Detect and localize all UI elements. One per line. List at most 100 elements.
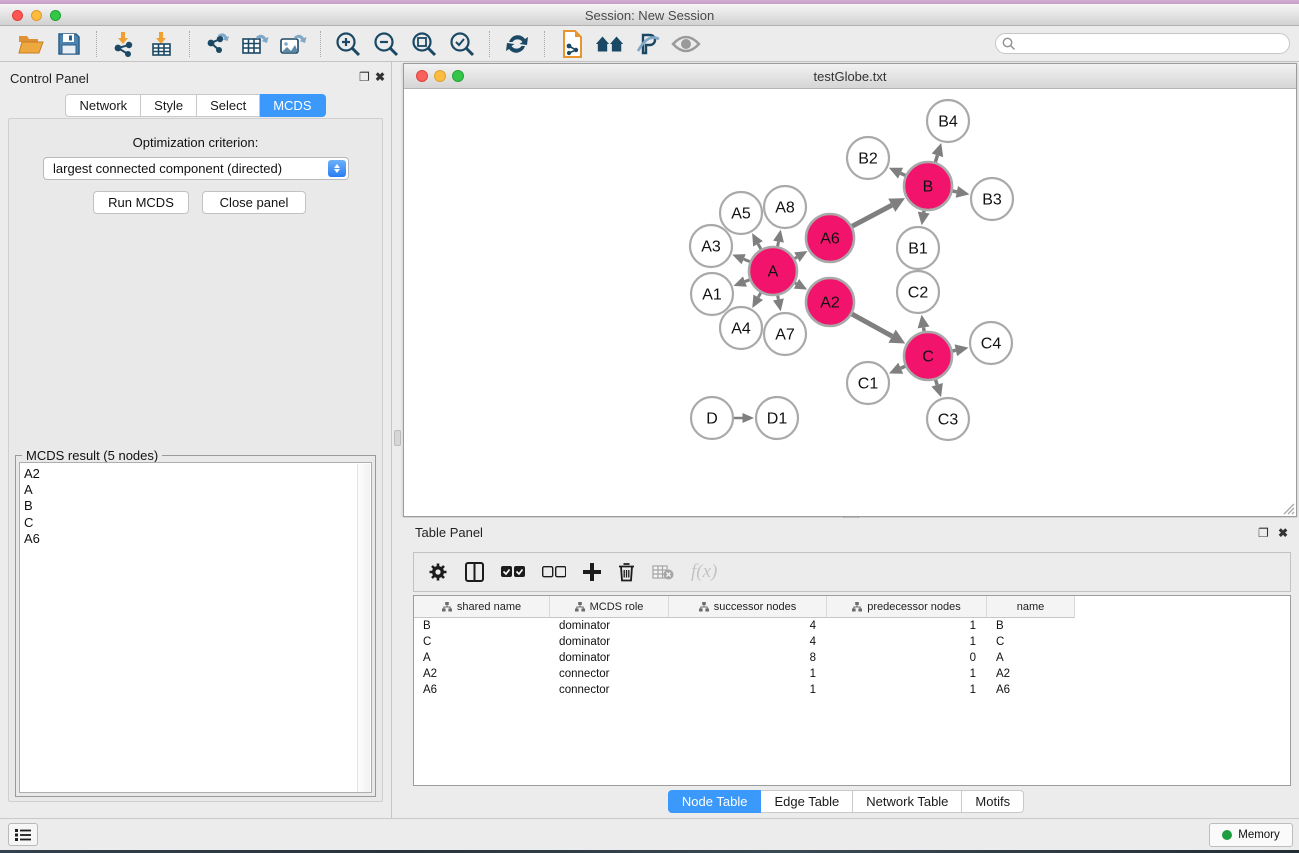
tab-node-table[interactable]: Node Table <box>668 790 762 813</box>
zoom-out-icon[interactable] <box>371 29 401 59</box>
select-all-checkboxes-icon[interactable] <box>501 566 525 578</box>
add-column-icon[interactable] <box>583 563 601 581</box>
vertical-split-handle[interactable] <box>394 430 401 446</box>
table-cell[interactable]: connector <box>550 684 669 696</box>
table-cell[interactable]: connector <box>550 668 669 680</box>
table-row[interactable]: Bdominator41B <box>414 618 1290 634</box>
zoom-in-icon[interactable] <box>333 29 363 59</box>
table-cell[interactable]: dominator <box>550 652 669 664</box>
table-cell[interactable]: dominator <box>550 636 669 648</box>
gear-icon[interactable] <box>428 562 448 582</box>
close-panel-icon[interactable]: ✖ <box>375 70 385 84</box>
float-table-panel-icon[interactable]: ❐ <box>1258 526 1269 540</box>
network-canvas-svg: AA6A2BCB4B2B3B1A5A8A3A1A4A7C2C4C1C3DD1 <box>404 89 1296 516</box>
column-header-MCDS-role[interactable]: MCDS role <box>550 596 669 618</box>
table-cell[interactable]: A2 <box>987 668 1075 680</box>
show-details-eye-icon[interactable] <box>671 29 701 59</box>
column-header-successor-nodes[interactable]: successor nodes <box>669 596 827 618</box>
table-cell[interactable]: A <box>414 652 550 664</box>
result-item[interactable]: A6 <box>24 531 371 547</box>
clear-checkboxes-icon[interactable] <box>542 566 566 578</box>
table-cell[interactable]: 8 <box>669 652 827 664</box>
memory-button[interactable]: Memory <box>1209 823 1293 847</box>
table-cell[interactable]: A <box>987 652 1075 664</box>
result-item[interactable]: C <box>24 515 371 531</box>
tab-network[interactable]: Network <box>65 94 141 117</box>
result-list-scrollbar[interactable] <box>357 464 370 793</box>
edge-A6-B[interactable] <box>850 205 891 227</box>
result-item[interactable]: A2 <box>24 466 371 482</box>
table-cell[interactable]: 1 <box>827 636 987 648</box>
application-window: Session: New Session <box>0 0 1299 853</box>
run-mcds-button[interactable]: Run MCDS <box>93 191 189 214</box>
hide-annotations-icon[interactable] <box>633 29 663 59</box>
table-panel: Table Panel ❐ ✖ f(x <box>393 518 1299 818</box>
tab-select[interactable]: Select <box>197 94 260 117</box>
network-window-titlebar[interactable]: testGlobe.txt <box>404 64 1296 89</box>
table-cell[interactable]: 1 <box>669 684 827 696</box>
delete-column-icon[interactable] <box>618 562 635 582</box>
network-canvas[interactable]: AA6A2BCB4B2B3B1A5A8A3A1A4A7C2C4C1C3DD1 <box>404 89 1296 516</box>
search-input[interactable] <box>995 33 1290 54</box>
table-cell[interactable]: C <box>987 636 1075 648</box>
home-icon[interactable] <box>595 29 625 59</box>
result-item[interactable]: B <box>24 498 371 514</box>
table-cell[interactable]: B <box>987 620 1075 632</box>
node-table[interactable]: shared nameMCDS rolesuccessor nodes prede… <box>413 595 1291 786</box>
import-table-icon[interactable] <box>147 29 177 59</box>
table-cell[interactable]: 4 <box>669 620 827 632</box>
table-cell[interactable]: dominator <box>550 620 669 632</box>
network-window-title: testGlobe.txt <box>404 69 1296 84</box>
tab-edge-table[interactable]: Edge Table <box>761 790 853 813</box>
table-row[interactable]: Adominator80A <box>414 650 1290 666</box>
table-cell[interactable]: 1 <box>827 684 987 696</box>
float-panel-icon[interactable]: ❐ <box>359 70 370 84</box>
table-cell[interactable]: 1 <box>669 668 827 680</box>
refresh-icon[interactable] <box>502 29 532 59</box>
tab-network-table[interactable]: Network Table <box>853 790 962 813</box>
column-header-predecessor-nodes[interactable]: predecessor nodes <box>827 596 987 618</box>
export-table-icon[interactable] <box>240 29 270 59</box>
mcds-result-list[interactable]: A2ABCA6 <box>19 462 372 793</box>
table-cell[interactable]: B <box>414 620 550 632</box>
export-image-icon[interactable] <box>278 29 308 59</box>
function-builder-icon[interactable]: f(x) <box>691 561 717 583</box>
open-file-icon[interactable] <box>16 29 46 59</box>
table-cell[interactable]: 1 <box>827 620 987 632</box>
table-cell[interactable]: 4 <box>669 636 827 648</box>
tab-motifs[interactable]: Motifs <box>962 790 1024 813</box>
mcds-tab-content: Optimization criterion: largest connecte… <box>8 118 383 802</box>
column-header-name[interactable]: name <box>987 596 1075 618</box>
zoom-selected-icon[interactable] <box>447 29 477 59</box>
tab-style[interactable]: Style <box>141 94 197 117</box>
optimization-criterion-select[interactable]: largest connected component (directed) <box>43 157 349 180</box>
table-cell[interactable]: 0 <box>827 652 987 664</box>
table-cell[interactable]: A6 <box>414 684 550 696</box>
columns-icon[interactable] <box>465 562 484 582</box>
table-cell[interactable]: A6 <box>987 684 1075 696</box>
table-row[interactable]: A6connector11A6 <box>414 682 1290 698</box>
panel-list-icon <box>15 828 31 842</box>
table-cell[interactable]: C <box>414 636 550 648</box>
edge-A2-C[interactable] <box>850 313 892 336</box>
table-cell[interactable]: A2 <box>414 668 550 680</box>
import-network-icon[interactable] <box>109 29 139 59</box>
tab-mcds[interactable]: MCDS <box>260 94 325 117</box>
column-header-shared-name[interactable]: shared name <box>414 596 550 618</box>
close-table-panel-icon[interactable]: ✖ <box>1278 526 1288 540</box>
export-network-icon[interactable] <box>202 29 232 59</box>
column-header-label: predecessor nodes <box>867 601 961 613</box>
resize-grip-icon[interactable] <box>1281 501 1295 515</box>
table-cell[interactable]: 1 <box>827 668 987 680</box>
zoom-fit-icon[interactable] <box>409 29 439 59</box>
show-panels-button[interactable] <box>8 823 38 846</box>
new-network-from-selection-icon[interactable] <box>557 29 587 59</box>
close-panel-button[interactable]: Close panel <box>202 191 306 214</box>
table-row[interactable]: Cdominator41C <box>414 634 1290 650</box>
edge-arrowhead <box>734 276 747 286</box>
table-row[interactable]: A2connector11A2 <box>414 666 1290 682</box>
save-session-icon[interactable] <box>54 29 84 59</box>
app-titlebar[interactable]: Session: New Session <box>0 4 1299 26</box>
result-item[interactable]: A <box>24 482 371 498</box>
delete-table-icon[interactable] <box>652 565 674 580</box>
